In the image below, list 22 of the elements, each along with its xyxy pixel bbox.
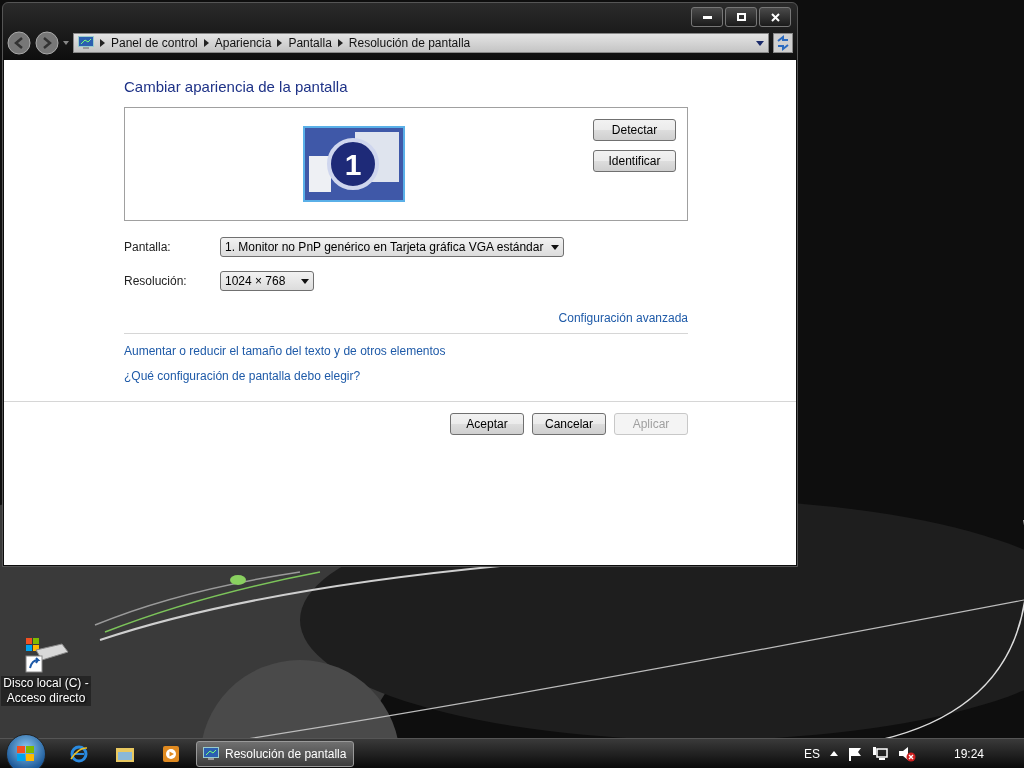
breadcrumb-item[interactable]: Resolución de pantalla [348,36,471,50]
breadcrumb-item[interactable]: Apariencia [214,36,272,50]
help-link[interactable]: ¿Qué configuración de pantalla debo elegir? [124,369,361,383]
desktop-icon-label[interactable]: Disco local (C) - Acceso directo [1,676,91,706]
taskbar-task-button[interactable]: Resolución de pantalla [196,740,354,767]
clock[interactable]: 19:24 [953,746,984,761]
preview-button[interactable]: Identificar [593,150,676,172]
dropdown[interactable]: 1. Monitor no PnP genérico en Tarjeta gráfica VGA estándar [220,237,565,257]
field-label: Resolución: [124,274,188,288]
breadcrumb-item[interactable]: Pantalla [288,36,332,50]
advanced-settings-link[interactable]: Configuración avanzada [558,311,688,325]
dialog-button[interactable]: Aceptar [450,413,524,435]
dialog-button[interactable]: Cancelar [532,413,606,435]
breadcrumb-item[interactable]: Panel de control [111,36,198,50]
preview-button[interactable]: Detectar [593,119,676,141]
monitor-icon[interactable]: 1 [303,126,405,202]
field-label: Pantalla: [124,240,172,254]
dropdown[interactable]: 1024 × 768 [220,271,314,291]
help-link[interactable]: Aumentar o reducir el tamaño del texto y de otros elementos [124,344,446,358]
language-indicator[interactable]: ES [803,746,820,761]
page-heading: Cambiar apariencia de la pantalla [124,78,349,95]
address-bar[interactable]: Panel de control Apariencia Pantalla Resolución de pantalla [73,33,769,53]
